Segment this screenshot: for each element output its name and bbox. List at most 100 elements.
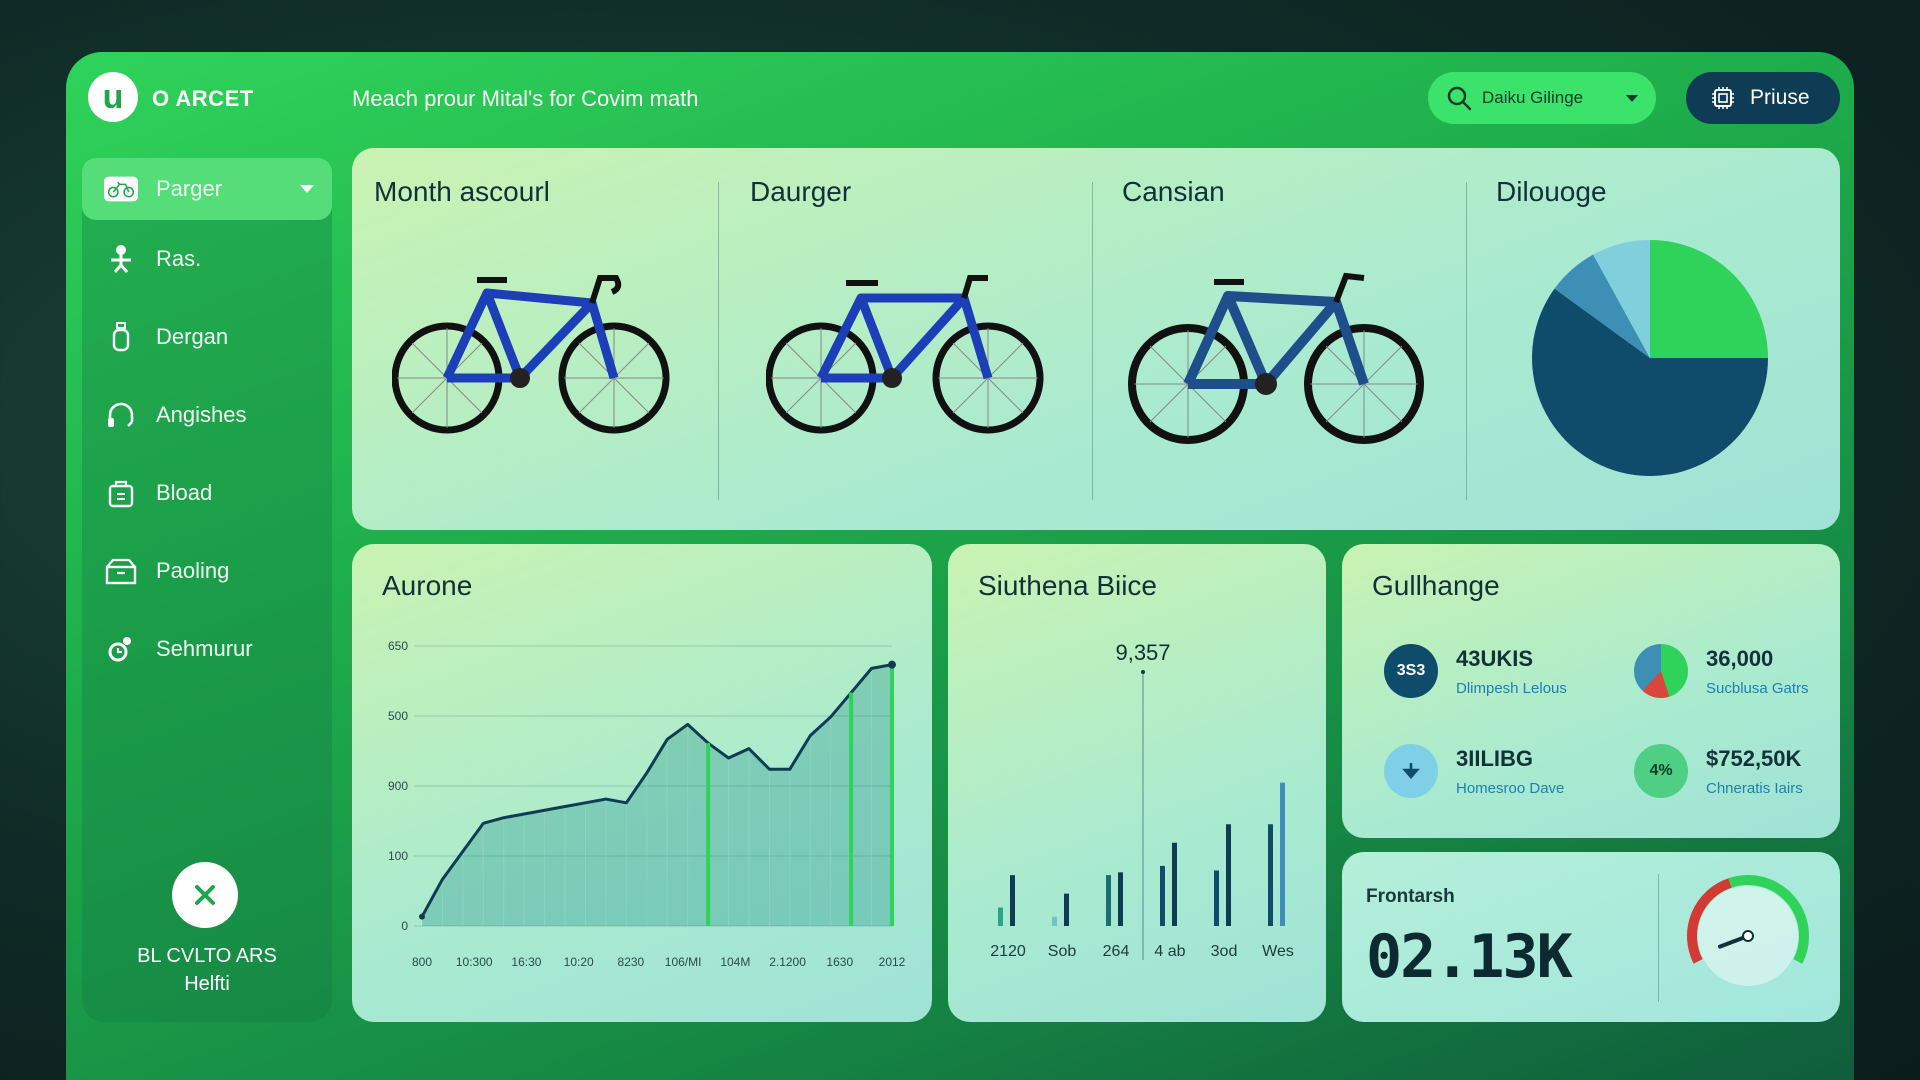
sidebar-item-dergan[interactable]: Dergan [82,306,332,368]
column-divider [718,182,719,500]
column-title: Dilouoge [1496,176,1607,207]
page-headline: Meach prour Mital's for Covim math [352,86,699,111]
panel-divider [1658,874,1659,1002]
kpi-value: 43UKIS [1456,646,1534,671]
sidebar-item-angishes[interactable]: Angishes [82,384,332,446]
x-tick-label: 2120 [990,943,1026,960]
panel-title: Gullhange [1372,570,1500,601]
bar[interactable] [1118,872,1123,926]
x-tick-label: 16:30 [511,955,541,969]
peak-value-label: 9,357 [1115,640,1170,665]
kpi-label: Chneratis Iairs [1706,780,1803,797]
distribution-pie-chart [1532,240,1768,476]
kpi-item[interactable]: 3IILIBG Homesroo Dave [1384,744,1564,798]
bike-image[interactable] [392,258,672,438]
sidebar-item-label: Ras. [156,246,202,271]
kpi-item[interactable]: 4% $752,50K Chneratis Iairs [1634,744,1803,798]
sidebar-footer: BL CVLTO ARS Helfti [82,942,332,998]
kpi-label: Sucblusa Gatrs [1706,680,1809,697]
kpi-badge: 4% [1634,744,1688,798]
sidebar-item-label: Angishes [156,402,247,427]
y-tick-label: 500 [388,709,408,723]
box-icon [104,554,138,588]
bar[interactable] [1064,893,1069,926]
kpi-badge: 3S3 [1384,644,1438,698]
bar[interactable] [1160,865,1165,926]
x-tick-label: 106/MI [665,955,702,969]
bar-chart: 2120 Sob 264 4 ab 3od Wes 9,357 [990,640,1294,960]
bar[interactable] [1214,870,1219,927]
y-tick-label: 900 [388,779,408,793]
prime-button[interactable]: Priuse [1686,72,1840,124]
x-tick-label: 2012 [879,955,906,969]
search-label: Daiku Gilinge [1482,88,1584,107]
column-title: Month ascourl [374,176,550,207]
close-button[interactable] [172,862,238,928]
pie-slice[interactable] [1650,240,1768,358]
x-tick-label: 10:300 [456,955,493,969]
sidebar-footer-line2: Helfti [184,973,230,995]
sidebar-item-label: Parger [156,176,223,201]
x-tick-label: Wes [1262,943,1294,960]
column-title: Cansian [1122,176,1225,207]
sidebar-item-label: Dergan [156,324,229,349]
sidebar: Parger Ras. Dergan Angishes Bload Paolin… [82,158,332,1022]
app-logo[interactable]: u [88,72,138,122]
pie-badge-icon [1634,644,1688,698]
bar[interactable] [1010,875,1015,926]
search-icon [1447,86,1472,111]
prime-label: Priuse [1750,86,1810,109]
kpi-item[interactable]: 36,000 Sucblusa Gatrs [1634,644,1809,698]
gauge-label: Frontarsh [1366,886,1455,907]
sidebar-item-sehmurur[interactable]: Sehmurur [82,618,332,680]
area-chart-panel: Aurone 650 500 900 100 0 800 10:300 16:30 10:20 8… [352,544,932,1022]
data-point[interactable] [888,660,896,669]
bar[interactable] [1280,782,1285,926]
gauge-dial [1687,875,1809,986]
product-panel: Month ascourl Daurger Cansian Dilouoge [352,148,1840,530]
bike-icon [104,172,138,206]
y-tick-label: 650 [388,639,408,653]
bike-image[interactable] [1128,258,1428,448]
peak-marker-dot [1141,670,1145,674]
panel-title: Siuthena Biice [978,570,1158,601]
y-tick-label: 100 [388,849,408,863]
sidebar-item-paoling[interactable]: Paoling [82,540,332,602]
sidebar-item-ras[interactable]: Ras. [82,228,332,290]
bar[interactable] [1052,916,1057,926]
kpi-value: 3IILIBG [1456,746,1534,771]
x-tick-label: 104M [720,955,750,969]
column-title: Daurger [750,176,852,207]
bar[interactable] [998,907,1003,927]
gauge-hub [1742,930,1754,942]
x-tick-label: 4 ab [1154,943,1185,960]
x-tick-label: 8230 [618,955,645,969]
x-tick-label: 264 [1103,943,1130,960]
kpi-item[interactable]: 3S3 43UKIS Dlimpesh Lelous [1384,644,1567,698]
bar[interactable] [1172,842,1177,926]
download-icon [1384,744,1438,798]
kpi-label: Dlimpesh Lelous [1456,680,1567,697]
data-point[interactable] [419,913,425,920]
bar-chart-panel: Siuthena Biice 2120 Sob 264 4 ab 3od Wes 9,357 [948,544,1326,1022]
kpi-value: $752,50K [1706,746,1802,771]
sidebar-item-bload[interactable]: Bload [82,462,332,524]
bar[interactable] [1268,824,1273,926]
kpi-label: Homesroo Dave [1456,780,1565,797]
sidebar-item-parger[interactable]: Parger [82,158,332,220]
gear-person-icon [104,632,138,666]
gauge-value: 02.13K [1366,922,1573,992]
x-tick-label: 2.1200 [769,955,806,969]
area-chart: 650 500 900 100 0 800 10:300 16:30 10:20 8230 106/… [388,639,906,969]
kpi-panel: Gullhange 3S3 43UKIS Dlimpesh Lelous 36,0… [1342,544,1840,838]
bar[interactable] [1226,824,1231,926]
bike-image[interactable] [766,258,1046,438]
x-tick-label: 10:20 [564,955,594,969]
bar[interactable] [1106,875,1111,926]
chip-icon [1712,87,1734,109]
app-window: u O ARCET Meach prour Mital's for Covim … [66,52,1854,1080]
search-dropdown[interactable]: Daiku Gilinge [1428,72,1656,124]
x-tick-label: 1630 [826,955,853,969]
headset-icon [104,398,138,432]
close-icon [195,885,215,905]
